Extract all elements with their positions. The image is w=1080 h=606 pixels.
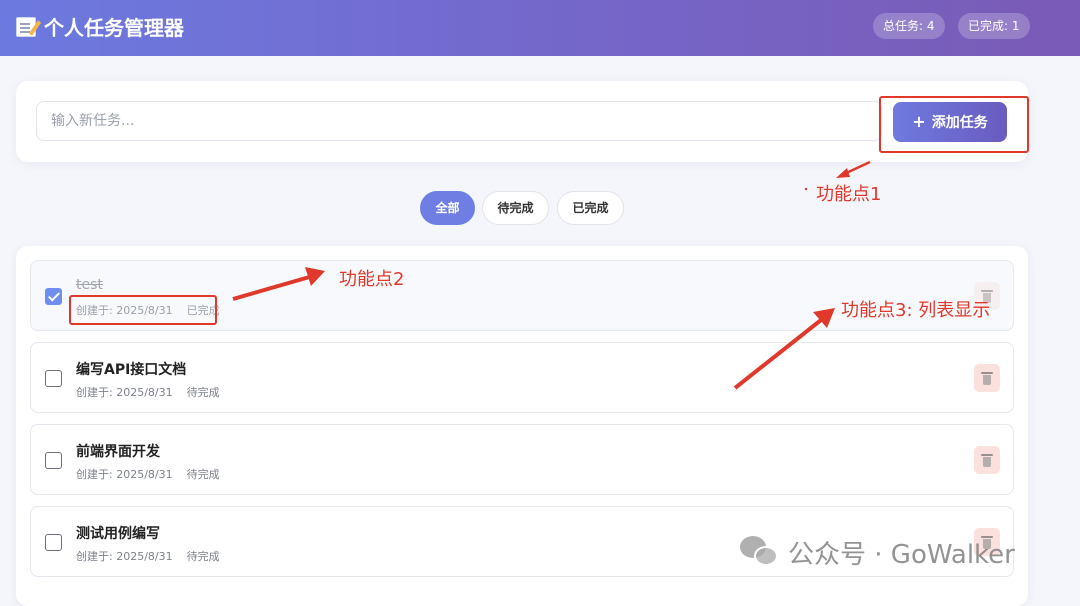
task-title: 前端界面开发 [76, 444, 160, 460]
annotation-arrow-2 [232, 267, 325, 301]
task-meta: 创建于: 2025/8/31 待完成 [76, 548, 220, 564]
memo-icon [16, 16, 36, 37]
delete-task-button[interactable] [974, 446, 1000, 474]
watermark: 公众号 · GoWalker [740, 533, 1015, 571]
task-status: 待完成 [186, 386, 220, 399]
watermark-text: 公众号 · GoWalker [788, 539, 1015, 570]
new-task-input[interactable] [36, 101, 882, 141]
annotation-box-add-button [879, 96, 1029, 153]
task-item: 编写API接口文档 创建于: 2025/8/31 待完成 [30, 342, 1014, 413]
filter-completed-button[interactable]: 已完成 [557, 191, 624, 225]
task-title: 测试用例编写 [76, 526, 160, 542]
filter-all-button[interactable]: 全部 [420, 191, 475, 225]
task-item: 前端界面开发 创建于: 2025/8/31 待完成 [30, 424, 1014, 495]
annotation-box-task-meta [69, 295, 217, 325]
filter-pending-button[interactable]: 待完成 [482, 191, 549, 225]
wechat-icon [740, 536, 780, 568]
completed-tasks-badge: 已完成: 1 [958, 13, 1030, 39]
trash-icon [981, 371, 993, 385]
new-task-card: + 添加任务 [16, 81, 1028, 162]
annotation-label-2: 功能点2 [339, 269, 405, 290]
annotation-arrow-3 [733, 308, 835, 390]
task-meta: 创建于: 2025/8/31 待完成 [76, 466, 220, 482]
task-checkbox[interactable] [45, 452, 62, 469]
app-header: 个人任务管理器 总任务: 4 已完成: 1 [0, 0, 1080, 56]
app-title-text: 个人任务管理器 [44, 16, 184, 40]
task-created-date: 创建于: 2025/8/31 [76, 386, 173, 399]
app-title: 个人任务管理器 [16, 12, 184, 41]
total-tasks-badge: 总任务: 4 [873, 13, 945, 39]
task-status: 待完成 [186, 550, 220, 563]
task-title: 编写API接口文档 [76, 362, 187, 378]
annotation-label-3: 功能点3: 列表显示 [841, 300, 991, 321]
task-title: test [76, 277, 103, 293]
task-checkbox[interactable] [45, 370, 62, 387]
task-status: 待完成 [186, 468, 220, 481]
trash-icon [981, 453, 993, 467]
task-meta: 创建于: 2025/8/31 待完成 [76, 384, 220, 400]
delete-task-button[interactable] [974, 364, 1000, 392]
task-created-date: 创建于: 2025/8/31 [76, 550, 173, 563]
task-checkbox[interactable] [45, 534, 62, 551]
task-checkbox[interactable] [45, 288, 62, 305]
annotation-label-1: 功能点1 [816, 184, 882, 205]
task-created-date: 创建于: 2025/8/31 [76, 468, 173, 481]
